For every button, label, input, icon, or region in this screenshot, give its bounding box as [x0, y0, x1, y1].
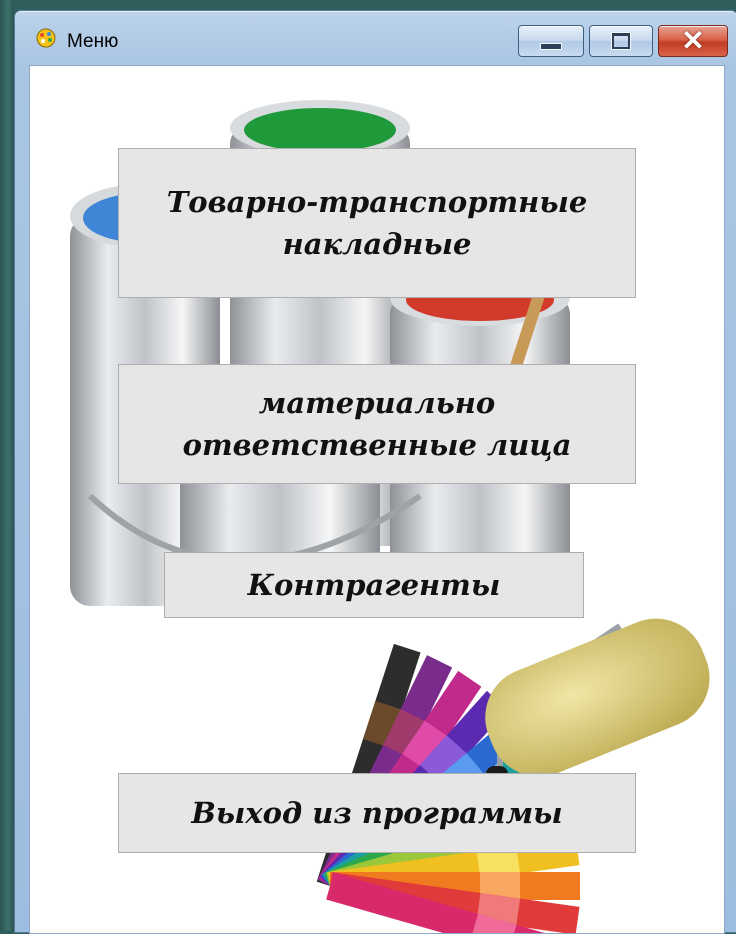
counterparties-button[interactable]: Контрагенты [164, 552, 584, 618]
client-area: Товарно-транспортные накладные материаль… [29, 65, 725, 934]
responsible-persons-label-line1: материально [258, 385, 496, 420]
responsible-persons-label-line2: ответственные лица [182, 428, 572, 462]
waybills-label-line1: Товарно-транспортные [166, 184, 588, 219]
title-bar[interactable]: Меню ✕ [15, 11, 736, 65]
counterparties-label: Контрагенты [247, 567, 501, 602]
close-icon: ✕ [681, 25, 705, 56]
maximize-icon [612, 33, 630, 49]
menu-window: Меню ✕ Товарно-транспортные накладные ма… [14, 10, 736, 934]
minimize-icon [540, 42, 562, 50]
app-icon [36, 28, 56, 48]
waybills-label: Товарно-транспортные накладные [167, 181, 588, 265]
waybills-label-line2: накладные [282, 227, 472, 261]
exit-button[interactable]: Выход из программы [118, 773, 636, 853]
close-button[interactable]: ✕ [658, 25, 728, 57]
responsible-persons-label: материально ответственные лица [183, 382, 572, 466]
maximize-button[interactable] [589, 25, 653, 57]
waybills-button[interactable]: Товарно-транспортные накладные [118, 148, 636, 298]
window-title: Меню [67, 31, 119, 52]
responsible-persons-button[interactable]: материально ответственные лица [118, 364, 636, 484]
desktop-edge [0, 0, 14, 931]
exit-label: Выход из программы [191, 795, 563, 830]
minimize-button[interactable] [518, 25, 584, 57]
